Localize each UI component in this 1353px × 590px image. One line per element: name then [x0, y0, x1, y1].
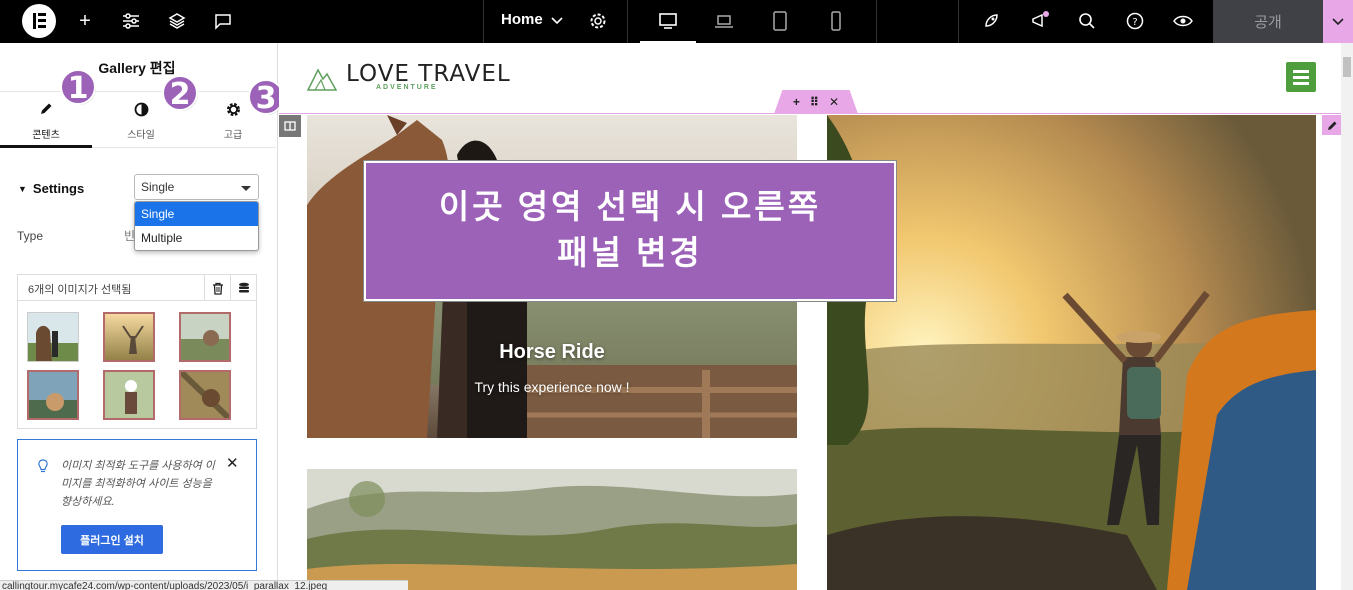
gallery-thumbnail[interactable]: [103, 370, 155, 420]
gallery-images-control: 6개의 이미지가 선택됨: [17, 274, 257, 429]
gallery-item-hills[interactable]: [307, 469, 797, 590]
settings-section-toggle[interactable]: Settings: [18, 181, 84, 196]
callout-line-2: 패널 변경: [557, 234, 703, 271]
publish-button[interactable]: 공개: [1213, 0, 1323, 43]
divider: [483, 0, 484, 43]
image-optimizer-notice: 이미지 최적화 도구를 사용하여 이미지를 최적화하여 사이트 성능을 향상하세…: [17, 439, 257, 571]
brand-tagline: ADVENTURE: [376, 84, 438, 91]
svg-text:2: 2: [170, 77, 191, 112]
editor-panel: Gallery 편집 콘텐츠 스타일 고급 1 2 3 ▼ Settings S…: [0, 43, 284, 590]
divider: [876, 0, 877, 43]
gallery-thumbnail[interactable]: [27, 370, 79, 420]
close-icon[interactable]: ✕: [226, 454, 239, 472]
gallery-thumbnail[interactable]: [179, 312, 231, 362]
column-handle[interactable]: [279, 115, 301, 137]
laptop-icon[interactable]: [711, 8, 737, 34]
gallery-type-dropdown: Single Multiple: [134, 201, 259, 251]
tab-style-label: 스타일: [127, 130, 155, 141]
divider: [958, 0, 959, 43]
panel-tabs: 콘텐츠 스타일 고급: [0, 91, 276, 148]
callout-line-1: 이곳 영역 선택 시 오른쪽: [438, 188, 822, 225]
gallery-count-label: 6개의 이미지가 선택됨: [28, 284, 132, 296]
type-label: Type: [17, 229, 44, 243]
canvas-scrollbar[interactable]: [1341, 43, 1353, 590]
sliders-icon[interactable]: [118, 8, 144, 34]
card-subtitle: Try this experience now !: [474, 379, 630, 395]
elementor-logo-icon[interactable]: [22, 4, 56, 38]
page-canvas: LOVE TRAVEL ADVENTURE + ⠿ ✕ Horse Ride T…: [279, 43, 1353, 590]
step-badge-2: 2: [162, 75, 198, 112]
mountain-valley-image: [307, 469, 797, 590]
panel-title: Gallery 편집: [98, 60, 176, 76]
option-single[interactable]: Single: [135, 202, 258, 226]
gallery-item-hiker[interactable]: [827, 115, 1316, 590]
drag-handle-icon[interactable]: ⠿: [810, 95, 819, 109]
publish-options-button[interactable]: [1323, 0, 1353, 43]
page-selector[interactable]: Home: [501, 11, 543, 28]
tablet-icon[interactable]: [767, 8, 793, 34]
plus-icon[interactable]: +: [72, 8, 98, 34]
mountain-logo-icon: [307, 68, 337, 91]
megaphone-icon[interactable]: [1027, 8, 1053, 34]
instruction-callout: 이곳 영역 선택 시 오른쪽 패널 변경: [363, 160, 897, 302]
chevron-down-icon: [1332, 17, 1344, 25]
trash-icon[interactable]: [204, 275, 230, 301]
divider: [627, 0, 628, 43]
editor-topbar: + Home ? 공개: [0, 0, 1353, 43]
delete-section-icon[interactable]: ✕: [829, 95, 839, 109]
svg-text:?: ?: [1132, 17, 1137, 28]
desktop-icon[interactable]: [655, 8, 681, 34]
rocket-icon[interactable]: [978, 8, 1004, 34]
gear-icon[interactable]: [585, 8, 611, 34]
layers-icon[interactable]: [164, 8, 190, 34]
svg-text:1: 1: [68, 71, 89, 106]
gallery-thumbnail[interactable]: [179, 370, 231, 420]
gallery-thumbnail[interactable]: [27, 312, 79, 362]
pencil-icon: [1327, 121, 1336, 130]
eye-icon[interactable]: [1170, 8, 1196, 34]
edit-widget-handle[interactable]: [1322, 115, 1342, 135]
columns-icon: [284, 121, 296, 131]
step-badge-1: 1: [60, 69, 96, 106]
help-icon[interactable]: ?: [1122, 8, 1148, 34]
menu-hamburger-button[interactable]: [1286, 62, 1316, 92]
section-handle[interactable]: + ⠿ ✕: [774, 90, 858, 114]
option-multiple[interactable]: Multiple: [135, 226, 258, 250]
hiker-sunset-image: [827, 115, 1316, 590]
card-title: Horse Ride: [499, 341, 605, 363]
mobile-icon[interactable]: [823, 8, 849, 34]
gallery-header: 6개의 이미지가 선택됨: [18, 275, 256, 301]
chevron-down-icon[interactable]: [544, 8, 570, 34]
database-icon[interactable]: [230, 275, 256, 301]
lightbulb-icon: [36, 458, 50, 477]
install-plugin-button[interactable]: 플러그인 설치: [61, 525, 163, 554]
search-icon[interactable]: [1074, 8, 1100, 34]
gallery-thumbnail[interactable]: [103, 312, 155, 362]
notice-text: 이미지 최적화 도구를 사용하여 이미지를 최적화하여 사이트 성능을 향상하세…: [61, 460, 215, 508]
svg-text:3: 3: [256, 81, 277, 116]
add-section-icon[interactable]: +: [793, 95, 800, 109]
tab-advanced-label: 고급: [223, 130, 243, 141]
comment-icon[interactable]: [210, 8, 236, 34]
tab-content-label: 콘텐츠: [32, 130, 60, 141]
gallery-type-select[interactable]: Single: [134, 174, 259, 200]
status-bar-url: callingtour.mycafe24.com/wp-content/uplo…: [0, 580, 408, 590]
